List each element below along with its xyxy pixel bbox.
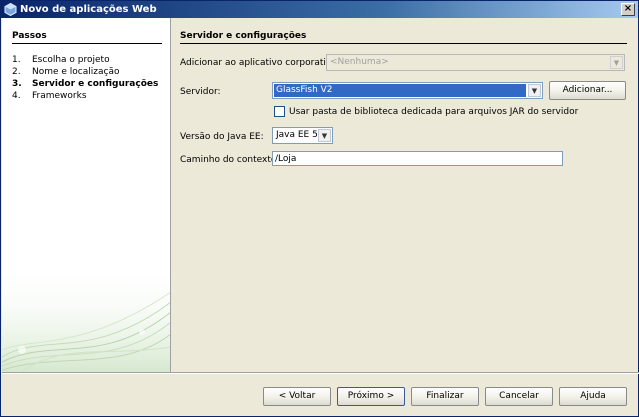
steps-divider — [12, 43, 162, 44]
title-bar[interactable]: Novo de aplicações Web × — [1, 1, 638, 18]
close-icon: × — [623, 3, 633, 14]
window-title: Novo de aplicações Web — [20, 4, 157, 15]
steps-title: Passos — [12, 31, 47, 41]
chevron-down-icon: ▼ — [610, 56, 623, 69]
java-ee-select[interactable]: Java EE 5 ▼ — [272, 127, 333, 144]
netbeans-cube-icon — [4, 3, 17, 16]
library-folder-label[interactable]: Usar pasta de biblioteca dedicada para a… — [289, 106, 578, 118]
library-folder-checkbox[interactable] — [274, 106, 285, 117]
chevron-down-icon[interactable]: ▼ — [318, 129, 331, 142]
section-title: Servidor e configurações — [180, 31, 307, 41]
help-button[interactable]: Ajuda — [559, 387, 627, 406]
cancel-button[interactable]: Cancelar — [485, 387, 553, 406]
new-web-application-dialog: Novo de aplicações Web × Passos 1. Escolh… — [0, 0, 639, 417]
server-select[interactable]: GlassFish V2 ▼ — [272, 82, 543, 99]
enterprise-app-select: <Nenhuma> ▼ — [326, 54, 625, 71]
java-ee-label: Versão do Java EE: — [180, 132, 264, 142]
settings-panel: Servidor e configurações Adicionar ao ap… — [171, 18, 638, 372]
add-server-button[interactable]: Adicionar... — [549, 81, 626, 100]
enterprise-app-label: Adicionar ao aplicativo corporativo: — [180, 58, 340, 68]
section-divider — [180, 43, 627, 44]
steps-panel: Passos 1. Escolha o projeto 2. Nome e loca… — [2, 18, 171, 372]
bottom-divider-highlight — [2, 373, 639, 374]
decorative-waves-image — [2, 262, 170, 372]
step-item: 1. Escolha o projeto — [12, 55, 110, 65]
chevron-down-icon[interactable]: ▼ — [528, 84, 541, 97]
step-item-current: 3. Servidor e configurações — [12, 79, 159, 89]
close-button[interactable]: × — [621, 3, 635, 16]
finish-button[interactable]: Finalizar — [411, 387, 479, 406]
context-path-label: Caminho do contexto: — [180, 155, 280, 165]
step-item: 2. Nome e localização — [12, 67, 120, 77]
back-button[interactable]: < Voltar — [263, 387, 331, 406]
steps-list: 1. Escolha o projeto 2. Nome e localização… — [12, 54, 158, 102]
next-button[interactable]: Próximo > — [337, 387, 405, 406]
server-label: Servidor: — [180, 87, 221, 97]
context-path-input[interactable]: /Loja — [272, 151, 563, 166]
step-item: 4. Frameworks — [12, 91, 87, 101]
